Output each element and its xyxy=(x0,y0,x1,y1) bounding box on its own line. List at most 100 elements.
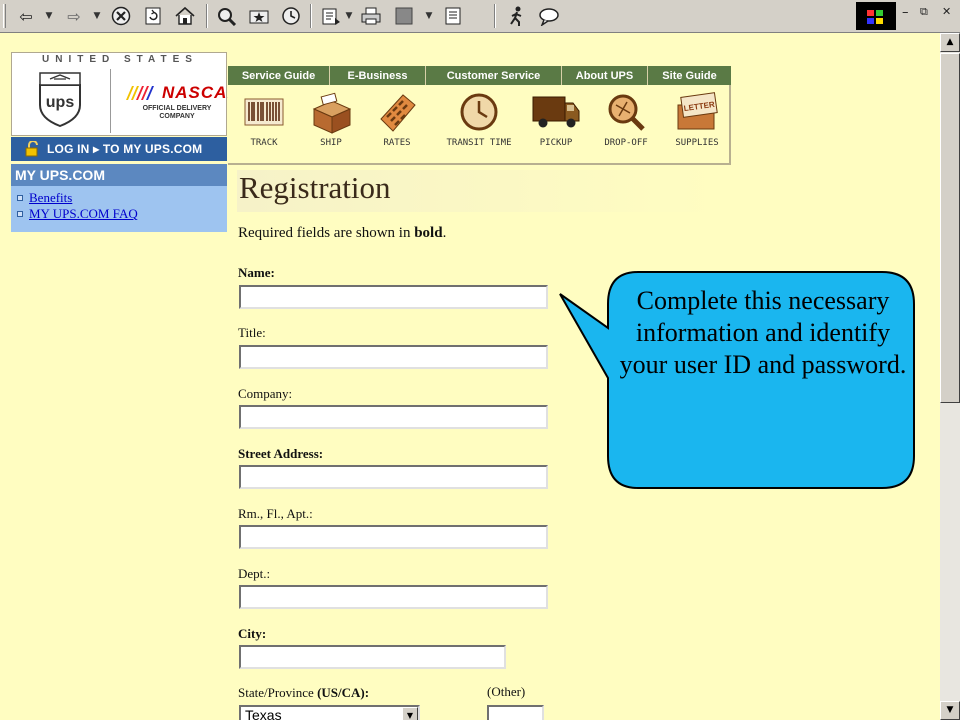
nascar-stripes-icon xyxy=(126,86,154,100)
restore-icon[interactable]: ⧉ xyxy=(920,5,928,19)
magnifier-map-icon xyxy=(608,94,645,131)
required-note-bold: bold xyxy=(414,225,443,241)
chat-icon[interactable] xyxy=(536,5,562,27)
supplies-label: SUPPLIES xyxy=(675,138,719,148)
state-label: State/Province (US/CA): xyxy=(238,685,369,701)
rates-label: RATES xyxy=(383,138,411,148)
favorites-icon[interactable] xyxy=(246,5,272,27)
tab-customer-service[interactable]: Customer Service xyxy=(426,66,562,85)
top-nav-tabs: Service Guide E-Business Customer Servic… xyxy=(228,66,731,85)
rm-fl-apt-field[interactable] xyxy=(239,525,548,549)
dept-field[interactable] xyxy=(239,585,548,609)
state-select-value: Texas xyxy=(245,707,282,720)
track-button[interactable]: TRACK xyxy=(228,85,300,163)
truck-icon xyxy=(532,96,580,128)
myups-links: Benefits MY UPS.COM FAQ xyxy=(11,186,227,232)
tab-site-guide[interactable]: Site Guide xyxy=(648,66,731,85)
toolbar-separator xyxy=(494,4,496,28)
required-note-text: Required fields are shown in xyxy=(238,225,415,241)
benefits-link-label[interactable]: Benefits xyxy=(29,190,72,206)
login-label: LOG IN ▸ TO MY UPS.COM xyxy=(47,142,203,156)
toolbar-grip xyxy=(3,4,6,28)
tab-service-guide[interactable]: Service Guide xyxy=(228,66,330,85)
city-label: City: xyxy=(238,626,267,641)
scroll-down-button[interactable]: ▼ xyxy=(940,701,960,720)
street-address-field[interactable] xyxy=(239,465,548,489)
refresh-icon[interactable] xyxy=(140,5,166,27)
ship-button[interactable]: SHIP xyxy=(300,85,362,163)
minimize-icon[interactable]: – xyxy=(902,5,909,20)
other-label: (Other) xyxy=(487,684,526,699)
benefits-link[interactable]: Benefits xyxy=(17,190,227,206)
edit-icon[interactable] xyxy=(392,5,416,27)
nascar-subtitle: OFFICIAL DELIVERY COMPANY xyxy=(142,105,212,120)
title-label: Title: xyxy=(238,325,266,340)
drop-off-label: DROP-OFF xyxy=(604,138,648,148)
lock-icon xyxy=(25,141,38,157)
home-icon[interactable] xyxy=(172,5,198,27)
title-field[interactable] xyxy=(239,345,548,369)
scroll-thumb[interactable] xyxy=(940,53,960,403)
pickup-label: PICKUP xyxy=(539,138,573,148)
other-state-field[interactable] xyxy=(487,705,544,720)
bullet-icon xyxy=(17,195,23,201)
drop-off-button[interactable]: DROP-OFF xyxy=(586,85,666,163)
close-icon[interactable]: ✕ xyxy=(942,5,951,18)
messenger-icon[interactable] xyxy=(504,5,530,27)
letter-icon: LETTER xyxy=(677,92,718,130)
back-dropdown-icon[interactable]: ▼ xyxy=(44,5,54,27)
transit-time-button[interactable]: TRANSIT TIME xyxy=(432,85,526,163)
mail-icon[interactable] xyxy=(318,5,344,27)
ups-logo-panel[interactable]: UNITED STATES ups NASCAR OFFICIAL DELIVE… xyxy=(11,52,240,136)
united-states-label: UNITED STATES xyxy=(42,54,198,65)
toolbar-separator xyxy=(310,4,312,28)
myups-header: MY UPS.COM xyxy=(11,164,227,186)
barcode-icon xyxy=(244,98,284,126)
state-label-text: State/Province xyxy=(238,685,318,700)
transit-time-label: TRANSIT TIME xyxy=(446,138,512,148)
rm-fl-apt-label: Rm., Fl., Apt.: xyxy=(238,506,313,521)
tab-e-business[interactable]: E-Business xyxy=(330,66,426,85)
city-field[interactable] xyxy=(239,645,506,669)
bullet-icon xyxy=(17,211,23,217)
history-icon[interactable] xyxy=(278,5,304,27)
required-note: Required fields are shown in bold. xyxy=(238,225,446,242)
state-label-bold: (US/CA): xyxy=(317,685,370,700)
tab-about-ups[interactable]: About UPS xyxy=(562,66,648,85)
discuss-icon[interactable] xyxy=(440,5,466,27)
print-icon[interactable] xyxy=(358,5,384,27)
street-address-label: Street Address: xyxy=(238,446,324,461)
search-icon[interactable] xyxy=(214,5,240,27)
nascar-logo: NASCAR xyxy=(162,83,240,105)
ups-shield-logo: ups xyxy=(39,72,81,127)
faq-link[interactable]: MY UPS.COM FAQ xyxy=(17,206,227,222)
rates-button[interactable]: RATES xyxy=(362,85,432,163)
ship-label: SHIP xyxy=(320,138,342,148)
page-title: Registration xyxy=(237,170,717,212)
back-arrow-icon[interactable]: ⇦ xyxy=(14,5,38,27)
nav-icon-bar: TRACK SHIP RATES TRANSIT TIME PICKUP DRO… xyxy=(228,85,731,165)
faq-link-label[interactable]: MY UPS.COM FAQ xyxy=(29,206,138,222)
pickup-button[interactable]: PICKUP xyxy=(526,85,586,163)
name-field[interactable] xyxy=(239,285,548,309)
package-icon xyxy=(312,92,352,134)
login-button[interactable]: LOG IN ▸ TO MY UPS.COM xyxy=(11,137,227,161)
dept-label: Dept.: xyxy=(238,566,271,581)
vertical-scrollbar[interactable]: ▲ ▼ xyxy=(940,33,960,720)
forward-arrow-icon[interactable]: ⇨ xyxy=(62,5,86,27)
company-field[interactable] xyxy=(239,405,548,429)
state-select[interactable]: Texas ▼ xyxy=(239,705,420,720)
scroll-up-button[interactable]: ▲ xyxy=(940,33,960,52)
edit-dropdown-icon[interactable]: ▼ xyxy=(424,5,434,27)
toolbar-separator xyxy=(206,4,208,28)
svg-text:ups: ups xyxy=(46,94,75,111)
mail-dropdown-icon[interactable]: ▼ xyxy=(344,5,354,27)
stop-icon[interactable] xyxy=(108,5,134,27)
supplies-button[interactable]: LETTER SUPPLIES xyxy=(666,85,728,163)
forward-dropdown-icon[interactable]: ▼ xyxy=(92,5,102,27)
callout-text: Complete this necessary information and … xyxy=(619,286,907,379)
required-note-period: . xyxy=(442,225,447,241)
name-label: Name: xyxy=(238,265,275,280)
windows-logo-icon xyxy=(856,2,896,30)
chevron-down-icon[interactable]: ▼ xyxy=(402,707,418,720)
